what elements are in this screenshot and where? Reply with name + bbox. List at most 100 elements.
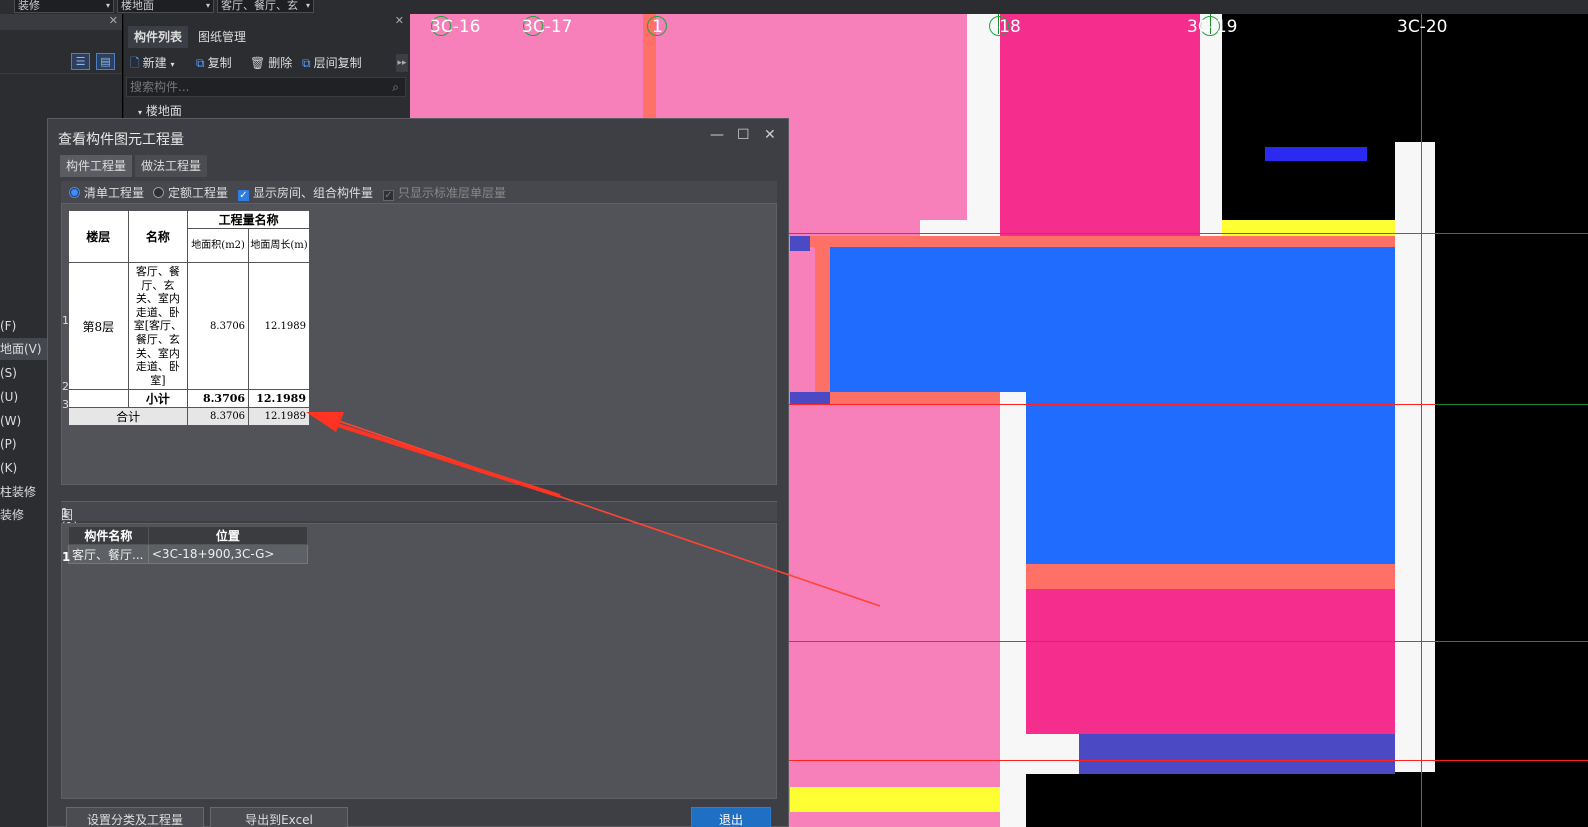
header-qty-name: 工程量名称 bbox=[187, 210, 310, 229]
close-icon[interactable]: ✕ bbox=[764, 127, 776, 143]
tab-component-list[interactable]: 构件列表 bbox=[128, 26, 189, 48]
bill-quantity-label: 清单工程量 bbox=[84, 186, 145, 200]
cell-subtotal-label: 小计 bbox=[127, 389, 189, 409]
cell-floor: 第8层 bbox=[68, 261, 129, 391]
header-area: 地面积(m2) bbox=[187, 228, 250, 263]
export-excel-button[interactable]: 导出到Excel bbox=[210, 807, 348, 827]
canvas-shape[interactable] bbox=[1395, 142, 1435, 772]
list-view-icon[interactable]: ☰ bbox=[71, 53, 90, 70]
grid-label-1: 1 bbox=[652, 17, 663, 37]
new-label: 新建 bbox=[142, 56, 167, 70]
type-combo[interactable]: 装修 ▾ bbox=[14, 0, 114, 13]
minimize-icon[interactable]: — bbox=[710, 127, 724, 143]
grid-label-3c-17: 3C-17 bbox=[522, 17, 573, 37]
detail-view-icon[interactable]: ▤ bbox=[96, 53, 115, 70]
header-perimeter: 地面周长(m) bbox=[248, 228, 310, 263]
canvas-shape[interactable] bbox=[830, 247, 1395, 392]
nav-tools: ☰ ▤ bbox=[0, 50, 122, 74]
row-number: 1 bbox=[62, 550, 71, 564]
cell-name: 客厅、餐厅、玄关、室内走道、卧室[客厅、餐厅、玄关、室内走道、卧室] bbox=[127, 261, 189, 391]
category-combo-value: 楼地面 bbox=[121, 0, 154, 12]
cell-total-label: 合计 bbox=[67, 407, 189, 427]
nav-item-2[interactable]: (S) bbox=[0, 362, 48, 384]
grid-label-3c-19: 3C-19 bbox=[1187, 17, 1238, 37]
cell-subtotal-area: 8.3706 bbox=[187, 389, 250, 409]
nav-item-6[interactable]: (K) bbox=[0, 457, 48, 479]
tab-drawing-management[interactable]: 图纸管理 bbox=[192, 26, 252, 48]
tree-expand-icon[interactable]: ▾ bbox=[138, 108, 142, 117]
cell-total-area: 8.3706 bbox=[187, 407, 250, 427]
canvas-shape[interactable] bbox=[1026, 564, 1395, 589]
canvas-shape[interactable] bbox=[790, 236, 1395, 247]
tree-root[interactable]: ▾ 楼地面 bbox=[138, 102, 182, 119]
table-row[interactable]: 第8层 客厅、餐厅、玄关、室内走道、卧室[客厅、餐厅、玄关、室内走道、卧室] 8… bbox=[68, 261, 310, 391]
nav-item-1[interactable]: 地面(V) bbox=[0, 338, 48, 360]
bill-quantity-radio[interactable]: 清单工程量 bbox=[69, 184, 144, 201]
canvas-shape[interactable] bbox=[1079, 734, 1395, 774]
nav-item-4[interactable]: (W) bbox=[0, 410, 48, 432]
floor-copy-label: 层间复制 bbox=[313, 56, 362, 70]
canvas-shape[interactable] bbox=[815, 247, 830, 392]
nav-item-8[interactable]: 装修 bbox=[0, 504, 48, 526]
copy-button[interactable]: ⧉ 复制 bbox=[196, 54, 232, 72]
nav-item-0[interactable]: (F) bbox=[0, 315, 48, 337]
tab-method-quantity[interactable]: 做法工程量 bbox=[135, 155, 208, 177]
canvas-shape[interactable] bbox=[790, 392, 830, 404]
dialog-title: 查看构件图元工程量 bbox=[58, 132, 184, 148]
quantity-pane: 楼层 名称 工程量名称 地面积(m2) 地面周长(m) 第8层 客厅、餐厅、玄关… bbox=[61, 203, 777, 485]
canvas-shape[interactable] bbox=[1026, 734, 1079, 774]
canvas-shape[interactable] bbox=[1000, 392, 1026, 827]
grid-label-3c-20: 3C-20 bbox=[1397, 17, 1448, 37]
type-combo-value: 装修 bbox=[18, 0, 40, 12]
table-row-total[interactable]: 合计 8.3706 12.1989 bbox=[67, 407, 310, 427]
table-row[interactable]: 客厅、餐厅... <3C-18+900,3C-G> bbox=[68, 544, 309, 564]
close-icon[interactable]: ✕ bbox=[109, 14, 118, 27]
floor-copy-button[interactable]: ⧉ 层间复制 bbox=[302, 54, 362, 72]
more-icon[interactable]: ▸▸ bbox=[396, 54, 408, 72]
quota-quantity-radio[interactable]: 定额工程量 bbox=[153, 184, 228, 201]
component-search-input[interactable]: 搜索构件... ⌕ bbox=[126, 77, 406, 97]
component-combo-value: 客厅、餐厅、玄 bbox=[221, 0, 298, 12]
detail-cell-name: 客厅、餐厅... bbox=[68, 544, 149, 564]
show-rooms-checkbox[interactable]: ✓ 显示房间、组合构件量 bbox=[238, 184, 373, 201]
canvas-shape[interactable] bbox=[790, 236, 810, 251]
canvas-shape[interactable] bbox=[1000, 14, 1200, 236]
canvas-shape[interactable] bbox=[1026, 392, 1395, 564]
delete-button[interactable]: 🗑 删除 bbox=[250, 54, 292, 72]
table-row-subtotal[interactable]: 小计 8.3706 12.1989 bbox=[68, 389, 310, 409]
chevron-down-icon: ▾ bbox=[170, 60, 175, 69]
canvas-shape[interactable] bbox=[790, 787, 1000, 812]
canvas-shape[interactable] bbox=[830, 392, 1000, 404]
show-rooms-label: 显示房间、组合构件量 bbox=[253, 186, 374, 200]
grid-label-3c-18: -18 bbox=[993, 17, 1021, 37]
search-placeholder: 搜索构件... bbox=[130, 80, 190, 94]
detail-title: 图元明细 1 (1) bbox=[61, 504, 78, 573]
search-icon[interactable]: ⌕ bbox=[392, 78, 399, 96]
options-bar: 清单工程量 定额工程量 ✓ 显示房间、组合构件量 ✓ 只显示标准层单层量 bbox=[61, 181, 777, 203]
category-combo[interactable]: 楼地面 ▾ bbox=[117, 0, 214, 13]
canvas-shape[interactable] bbox=[1026, 589, 1395, 734]
nav-header: ✕ bbox=[0, 14, 122, 30]
header-floor: 楼层 bbox=[68, 210, 129, 263]
new-button[interactable]: 🗋 新建 ▾ bbox=[130, 54, 175, 72]
canvas-shape[interactable] bbox=[1200, 14, 1222, 236]
nav-item-5[interactable]: (P) bbox=[0, 433, 48, 455]
maximize-icon[interactable]: ☐ bbox=[737, 127, 750, 143]
cell-area: 8.3706 bbox=[187, 261, 250, 391]
component-combo[interactable]: 客厅、餐厅、玄 ▾ bbox=[217, 0, 314, 13]
radio-icon bbox=[69, 187, 80, 198]
delete-label: 删除 bbox=[268, 56, 293, 70]
detail-cell-position: <3C-18+900,3C-G> bbox=[147, 544, 309, 564]
nav-item-3[interactable]: (U) bbox=[0, 386, 48, 408]
std-floor-label: 只显示标准层单层量 bbox=[398, 186, 507, 200]
top-toolbar: 装修 ▾ 楼地面 ▾ 客厅、餐厅、玄 ▾ bbox=[0, 0, 1588, 14]
canvas-shape[interactable] bbox=[1265, 147, 1367, 161]
close-icon[interactable]: ✕ bbox=[395, 14, 404, 27]
set-category-button[interactable]: 设置分类及工程量 bbox=[66, 807, 204, 827]
tab-component-quantity[interactable]: 构件工程量 bbox=[60, 155, 133, 177]
exit-button[interactable]: 退出 bbox=[691, 807, 771, 827]
canvas-shape[interactable] bbox=[967, 14, 1000, 220]
nav-item-7[interactable]: 柱装修 bbox=[0, 481, 48, 503]
quota-quantity-label: 定额工程量 bbox=[168, 186, 229, 200]
chevron-down-icon: ▾ bbox=[205, 1, 210, 10]
